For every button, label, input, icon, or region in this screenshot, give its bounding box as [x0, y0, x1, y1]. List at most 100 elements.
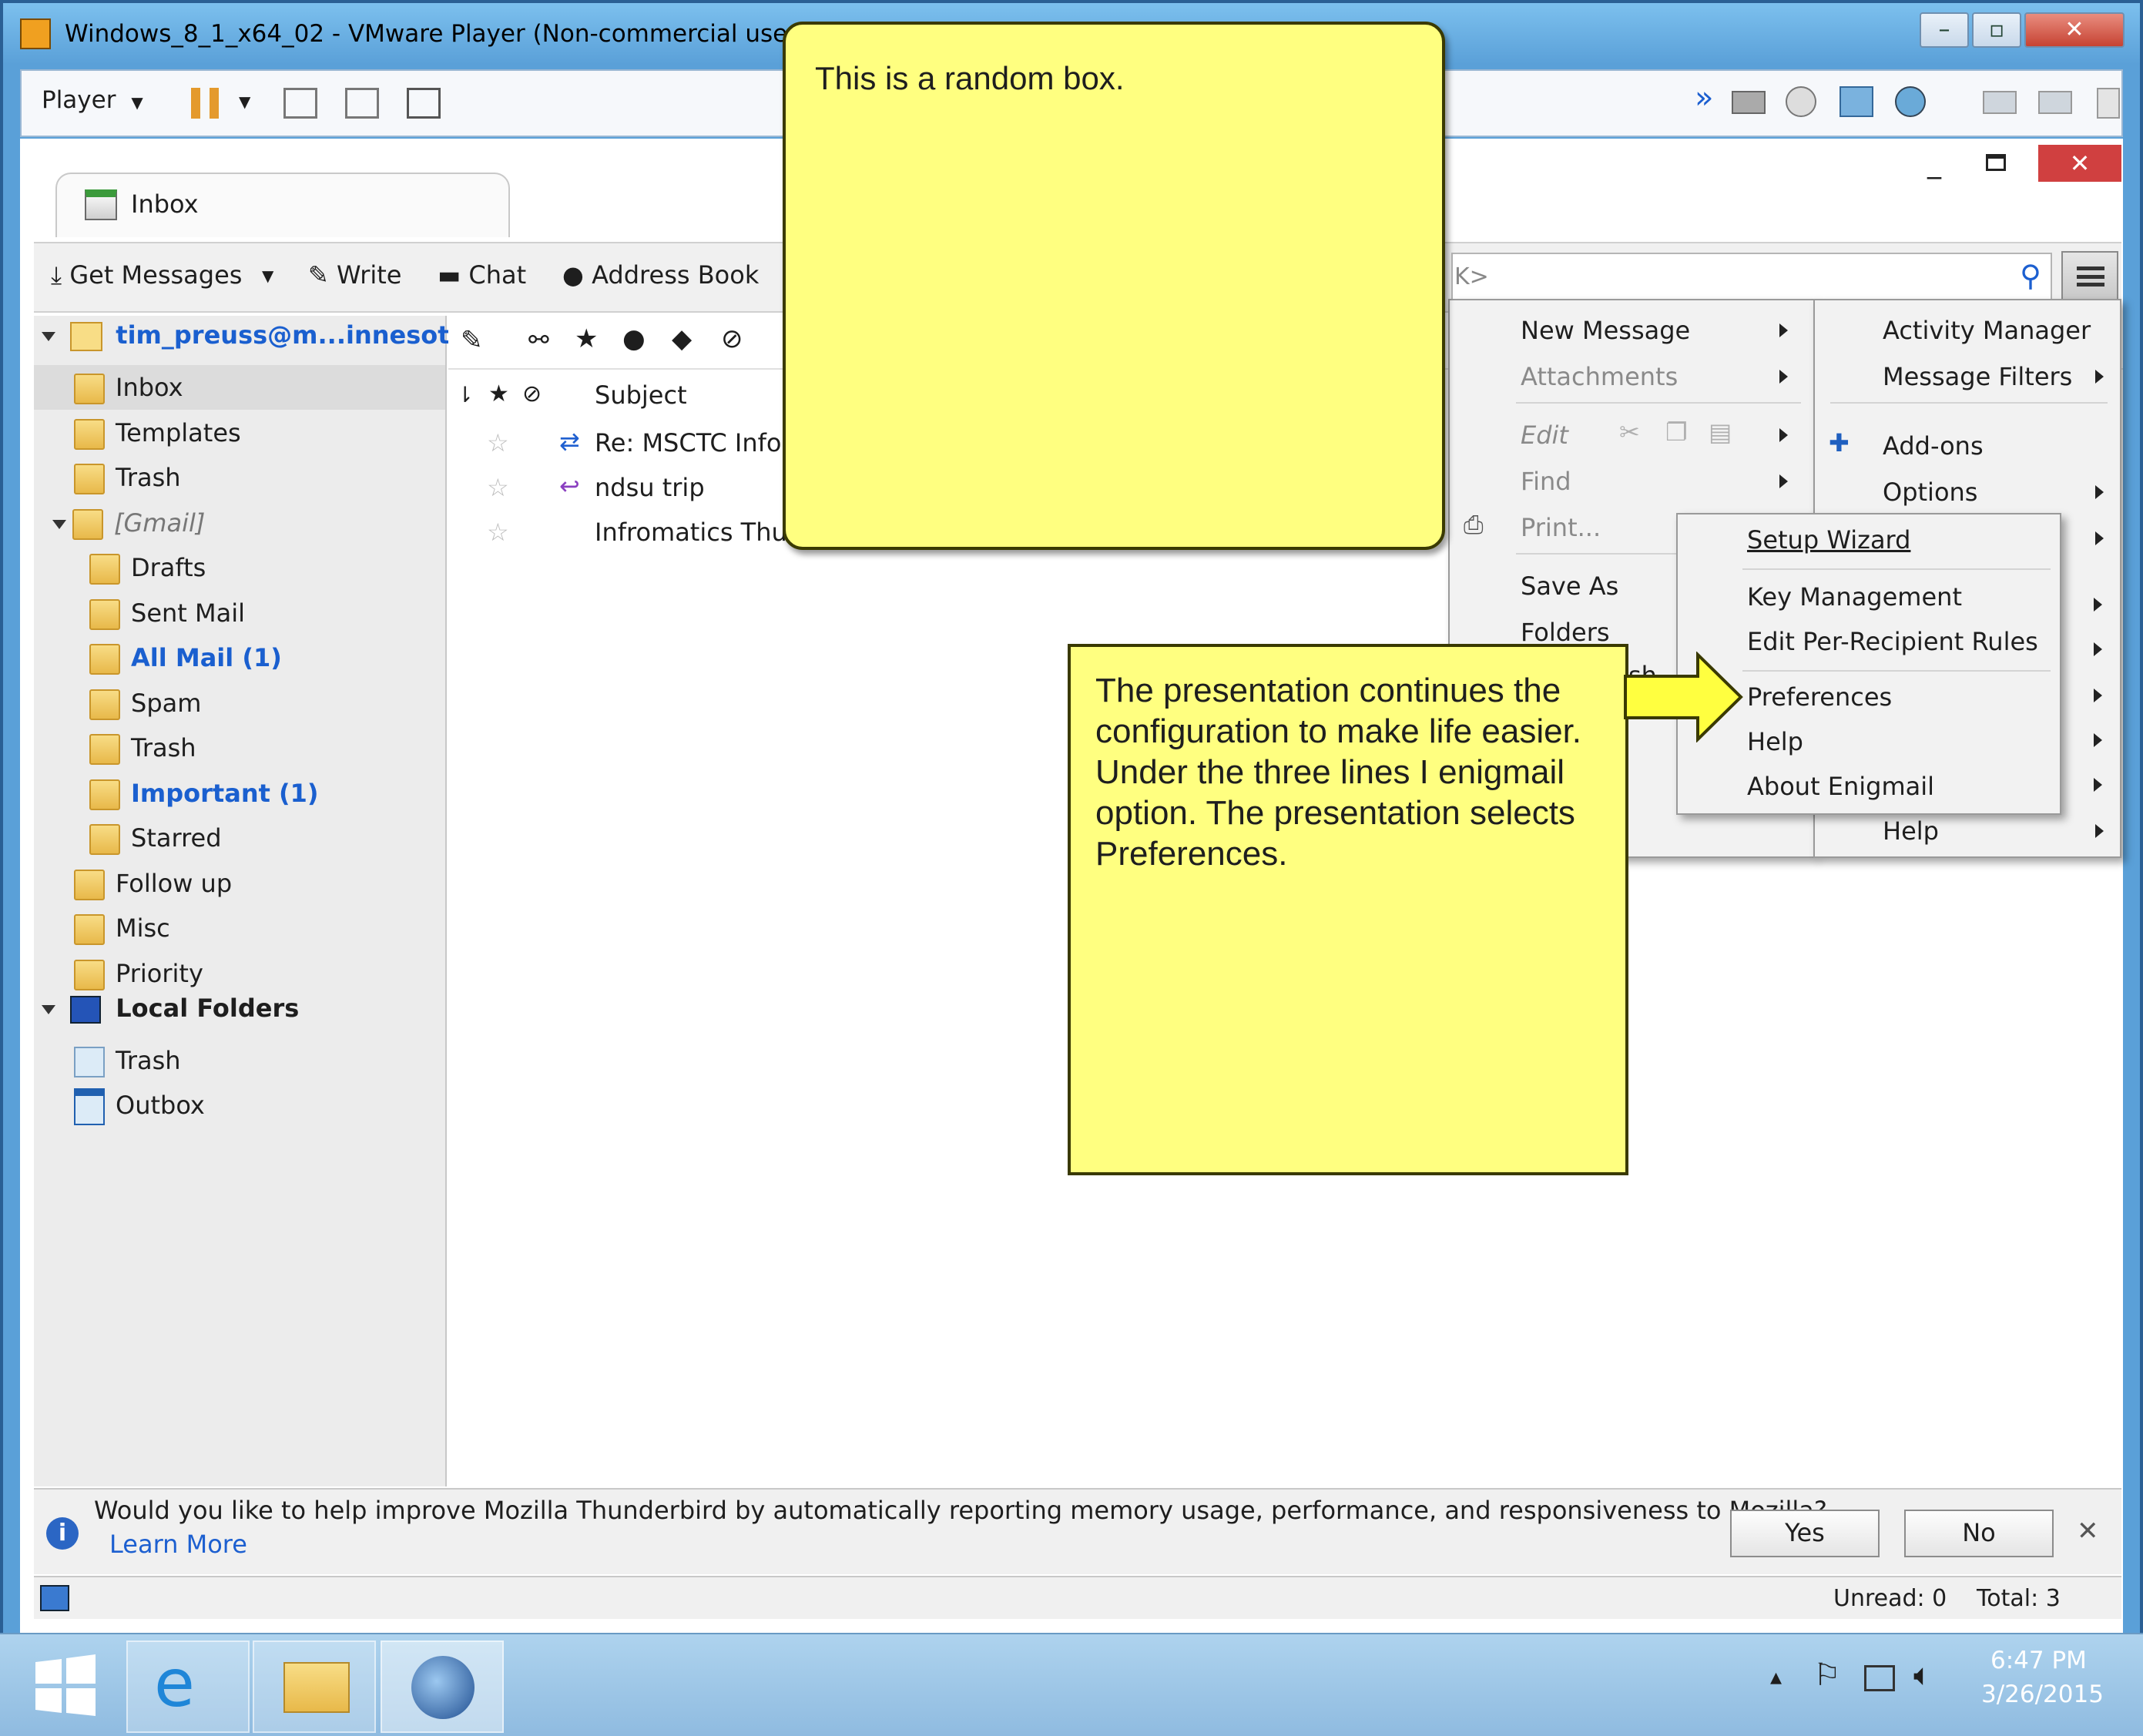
- folder-item[interactable]: Important (1): [89, 771, 319, 816]
- random-callout-text: This is a random box.: [815, 60, 1125, 96]
- menu-item-add-ons[interactable]: Add-ons: [1883, 431, 1984, 461]
- search-input[interactable]: K> ⚲: [1451, 253, 2052, 302]
- show-hidden-icons-icon[interactable]: ▴: [1770, 1664, 1782, 1691]
- thread-column-icon[interactable]: ⇂: [456, 382, 474, 407]
- clock-time[interactable]: 6:47 PM: [1990, 1647, 2087, 1674]
- tb-maximize-button[interactable]: [1986, 154, 2006, 171]
- messages-icon[interactable]: [2097, 88, 2120, 119]
- menu-item-edit[interactable]: Edit: [1521, 421, 1568, 450]
- cd-dvd-icon[interactable]: [1786, 86, 1816, 117]
- folder-item[interactable]: Follow up: [74, 861, 232, 906]
- vm-close-button[interactable]: ✕: [2024, 12, 2125, 48]
- pin-icon[interactable]: ✎: [461, 325, 483, 356]
- menu-item-folders[interactable]: Folders: [1521, 618, 1610, 647]
- menu-item-help[interactable]: Help: [1883, 816, 1939, 846]
- menu-item-print[interactable]: Print...: [1521, 513, 1601, 542]
- player-menu[interactable]: Player ▼: [42, 86, 143, 114]
- star-filter-icon[interactable]: ★: [575, 323, 598, 354]
- folder-item[interactable]: Templates: [74, 411, 241, 455]
- menu-item-activity-manager[interactable]: Activity Manager: [1883, 316, 2091, 345]
- tb-minimize-button[interactable]: _: [1927, 148, 1941, 179]
- internet-explorer-taskbar-button[interactable]: e: [126, 1640, 250, 1733]
- star-icon[interactable]: ☆: [487, 428, 509, 457]
- pause-icon[interactable]: [191, 88, 219, 119]
- chat-button[interactable]: ▬ Chat: [438, 260, 526, 290]
- menu-item-enigmail-help[interactable]: Help: [1747, 727, 1803, 756]
- display-icon[interactable]: [2038, 91, 2072, 114]
- start-button[interactable]: [31, 1654, 100, 1716]
- message-row[interactable]: ☆ ⇄ Re: MSCTC Inforr: [448, 424, 833, 468]
- printer-icon: ⎙: [1464, 510, 1484, 539]
- menu-item-edit-per-recipient-rules[interactable]: Edit Per-Recipient Rules: [1747, 627, 2038, 656]
- folder-item[interactable]: Trash: [74, 455, 181, 500]
- address-book-button[interactable]: ● Address Book: [562, 260, 759, 290]
- close-icon[interactable]: ✕: [2077, 1516, 2099, 1547]
- attachment-column-icon[interactable]: ⊘: [522, 380, 542, 407]
- usb-device-icon[interactable]: [1983, 91, 2017, 114]
- hard-disk-icon[interactable]: [1732, 91, 1766, 114]
- menu-item-find[interactable]: Find: [1521, 467, 1571, 496]
- fullscreen-icon[interactable]: [345, 88, 379, 119]
- folder-item[interactable]: Sent Mail: [89, 591, 245, 635]
- folder-item[interactable]: Spam: [89, 681, 201, 726]
- menu-item-message-filters[interactable]: Message Filters: [1883, 362, 2072, 391]
- local-folders-row[interactable]: Local Folders: [42, 994, 299, 1024]
- menu-item-key-management[interactable]: Key Management: [1747, 582, 1962, 612]
- no-button[interactable]: No: [1904, 1510, 2054, 1557]
- thunderbird-taskbar-button[interactable]: [381, 1640, 504, 1733]
- message-row[interactable]: ☆ Infromatics Thurs: [448, 513, 833, 558]
- subject-column-header[interactable]: Subject: [595, 380, 687, 410]
- folder-item[interactable]: Starred: [89, 816, 222, 860]
- network-adapter-icon[interactable]: [1839, 86, 1873, 117]
- folder-item-local-trash[interactable]: Trash: [74, 1038, 181, 1083]
- volume-icon[interactable]: 🔈︎: [1913, 1657, 1932, 1693]
- star-column-icon[interactable]: ★: [488, 380, 509, 407]
- folder-item[interactable]: Drafts: [89, 545, 206, 590]
- tab-inbox[interactable]: Inbox: [55, 173, 510, 237]
- learn-more-link[interactable]: Learn More: [109, 1530, 247, 1559]
- folder-icon: [89, 734, 120, 765]
- attachment-filter-icon[interactable]: ⊘: [721, 323, 743, 354]
- file-explorer-taskbar-button[interactable]: [253, 1640, 376, 1733]
- action-center-flag-icon[interactable]: ⚐: [1813, 1657, 1841, 1693]
- folder-item[interactable]: Priority: [74, 951, 203, 996]
- unread-filter-icon[interactable]: ⚯: [528, 325, 549, 354]
- menu-item-new-message[interactable]: New Message: [1521, 316, 1690, 345]
- contact-filter-icon[interactable]: ●: [622, 323, 646, 354]
- tb-close-button[interactable]: ✕: [2038, 145, 2121, 182]
- folder-item[interactable]: Misc: [74, 906, 170, 950]
- message-row[interactable]: ☆ ↩ ndsu trip: [448, 468, 833, 513]
- folder-item[interactable]: Trash: [89, 726, 196, 770]
- tab-inbox-label: Inbox: [131, 189, 199, 219]
- folder-label: [Gmail]: [114, 508, 206, 538]
- menu-item-options[interactable]: Options: [1883, 478, 1977, 507]
- tag-filter-icon[interactable]: ◆: [672, 323, 692, 354]
- yes-button[interactable]: Yes: [1730, 1510, 1880, 1557]
- vm-minimize-button[interactable]: –: [1920, 12, 1969, 48]
- sound-card-icon[interactable]: [1895, 86, 1926, 117]
- unity-icon[interactable]: [407, 88, 441, 119]
- write-button[interactable]: ✎ Write: [308, 260, 401, 290]
- vm-maximize-button[interactable]: ▫: [1972, 12, 2021, 48]
- get-messages-button[interactable]: ⤓ Get Messages: [51, 260, 242, 290]
- menu-item-attachments[interactable]: Attachments: [1521, 362, 1678, 391]
- menu-item-setup-wizard[interactable]: Setup Wizard: [1747, 525, 1910, 555]
- menu-item-save-as[interactable]: Save As: [1521, 571, 1618, 601]
- menu-item-about-enigmail[interactable]: About Enigmail: [1747, 772, 1934, 801]
- get-messages-dropdown[interactable]: ▼: [262, 266, 273, 285]
- folder-item[interactable]: All Mail (1): [89, 635, 282, 680]
- folder-item[interactable]: [Gmail]: [52, 501, 205, 545]
- star-icon[interactable]: ☆: [487, 518, 509, 547]
- folder-item-outbox[interactable]: Outbox: [74, 1083, 205, 1128]
- clock-date[interactable]: 3/26/2015: [1981, 1681, 2104, 1708]
- total-count: Total: 3: [1977, 1585, 2061, 1612]
- send-ctrl-alt-del-icon[interactable]: [283, 88, 317, 119]
- star-icon[interactable]: ☆: [487, 473, 509, 502]
- menu-item-preferences[interactable]: Preferences: [1747, 682, 1892, 712]
- network-icon[interactable]: [1864, 1665, 1895, 1691]
- app-menu-button[interactable]: [2061, 251, 2118, 303]
- more-devices-icon[interactable]: »: [1695, 80, 1713, 116]
- folder-item[interactable]: Inbox: [34, 365, 445, 410]
- expand-arrow-icon[interactable]: [52, 519, 66, 529]
- pause-dropdown-icon[interactable]: ▼: [239, 92, 250, 111]
